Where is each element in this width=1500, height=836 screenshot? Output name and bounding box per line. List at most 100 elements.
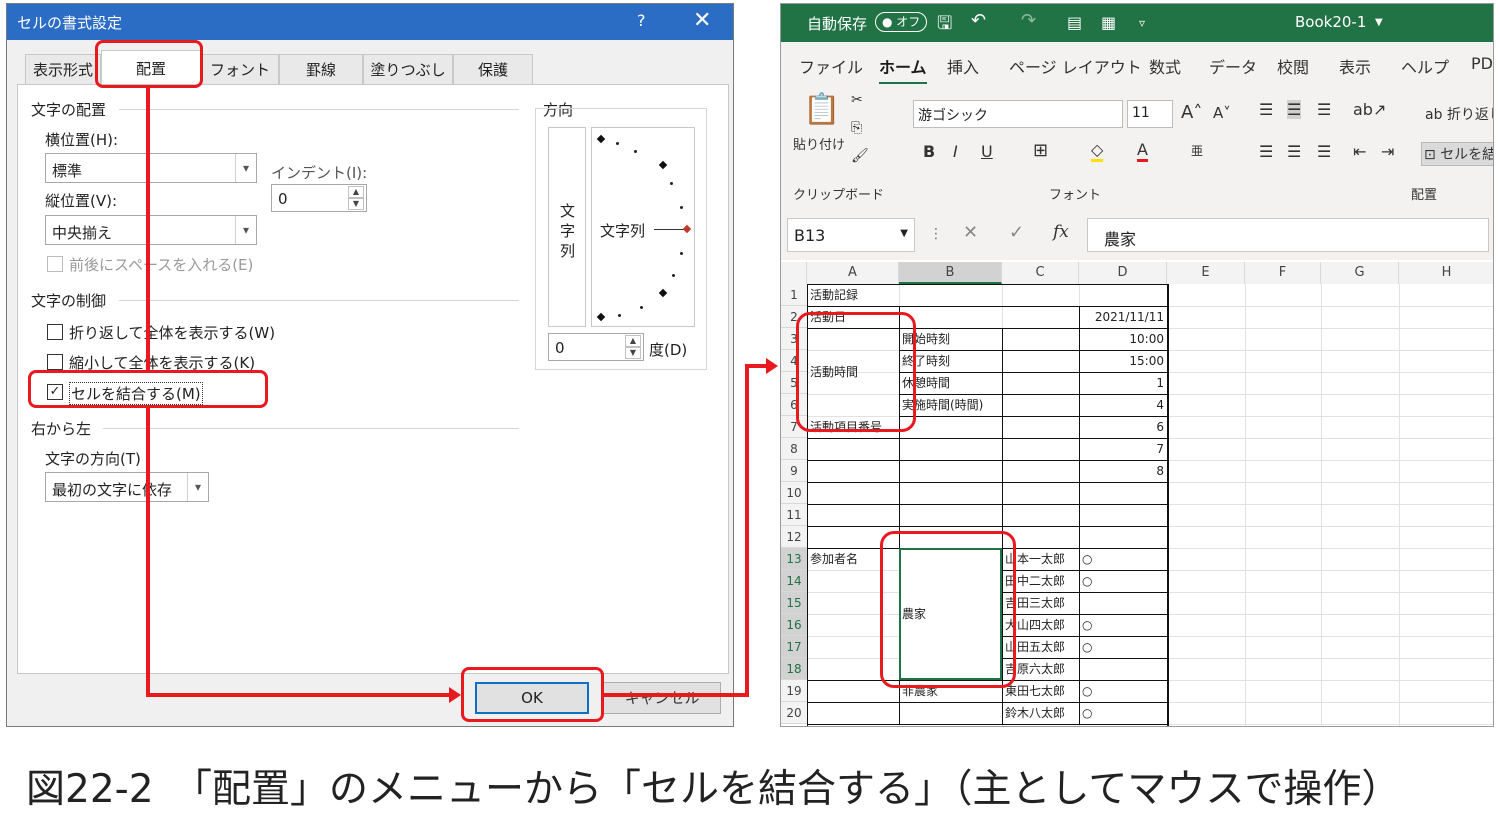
cell-D14[interactable]: ○ (1082, 570, 1164, 592)
indent-spinner[interactable]: 0 ▲ ▼ (271, 184, 367, 212)
vertical-text-button[interactable]: 文 字 列 (548, 127, 586, 327)
fill-color-icon[interactable]: ◇ (1091, 140, 1104, 162)
row-header-10[interactable]: 10 (781, 482, 807, 504)
increase-indent-icon[interactable]: ⇥ (1381, 142, 1394, 161)
align-top-icon[interactable]: ☰ (1259, 100, 1273, 119)
name-box[interactable]: B13 ▼ (787, 218, 915, 252)
autosave-toggle[interactable]: ● オフ (875, 12, 928, 32)
row-header-16[interactable]: 16 (781, 614, 807, 636)
row-header-12[interactable]: 12 (781, 526, 807, 548)
select-all-corner[interactable] (781, 262, 807, 284)
tab-data[interactable]: データ (1209, 54, 1257, 78)
text-direction-select[interactable]: 最初の文字に依存 ▾ (45, 472, 209, 502)
align-center-icon[interactable]: ☰ (1287, 142, 1301, 161)
row-header-1[interactable]: 1 (781, 284, 807, 306)
borders-icon[interactable]: ⊞ (1033, 140, 1048, 161)
enter-icon[interactable]: ✓ (1009, 222, 1024, 243)
cell-D16[interactable]: ○ (1082, 614, 1164, 636)
spin-down-icon[interactable]: ▼ (625, 347, 641, 359)
format-painter-icon[interactable]: 🖌 (851, 148, 869, 164)
column-header-c[interactable]: C (1002, 262, 1079, 284)
row-header-11[interactable]: 11 (781, 504, 807, 526)
cell-B6[interactable]: 実施時間(時間) (902, 394, 999, 416)
column-header-f[interactable]: F (1245, 262, 1321, 284)
vertical-select[interactable]: 中央揃え ▾ (45, 215, 257, 245)
justify-distributed-checkbox[interactable] (47, 256, 63, 272)
column-header-b[interactable]: B (899, 262, 1002, 284)
help-button[interactable]: ? (637, 11, 646, 30)
row-header-14[interactable]: 14 (781, 570, 807, 592)
customize-qat-icon[interactable]: ▿ (1139, 16, 1145, 30)
align-middle-icon[interactable]: ☰ (1287, 100, 1302, 119)
cell-D20[interactable]: ○ (1082, 702, 1164, 724)
horizontal-select[interactable]: 標準 ▾ (45, 153, 257, 183)
column-header-g[interactable]: G (1321, 262, 1399, 284)
degree-spinner[interactable]: 0 ▲ ▼ (548, 333, 644, 361)
spin-down-icon[interactable]: ▼ (348, 198, 364, 210)
save-icon[interactable]: 🖫 (937, 11, 952, 41)
copy-icon[interactable]: ⎘ (851, 120, 862, 136)
cell-A1[interactable]: 活動記録 (810, 284, 896, 306)
tab-border[interactable]: 罫線 (279, 54, 363, 84)
row-header-8[interactable]: 8 (781, 438, 807, 460)
formula-input[interactable]: 農家 (1087, 218, 1489, 252)
cell-D17[interactable]: ○ (1082, 636, 1164, 658)
form-icon[interactable]: ▤ (1067, 13, 1082, 32)
cell-D19[interactable]: ○ (1082, 680, 1164, 702)
tab-font[interactable]: フォント (201, 54, 279, 84)
row-header-13[interactable]: 13 (781, 548, 807, 570)
phonetic-icon[interactable]: 亜 (1191, 142, 1203, 159)
wrap-text-checkbox[interactable] (47, 324, 63, 340)
tab-file[interactable]: ファイル (799, 54, 863, 78)
tab-home[interactable]: ホーム (879, 54, 927, 85)
cell-D7[interactable]: 6 (1082, 416, 1164, 438)
merge-center-button[interactable]: ⊡ セルを結 (1421, 142, 1493, 166)
cell-B5[interactable]: 休憩時間 (902, 372, 999, 394)
orientation-dial[interactable]: 文字列 (591, 127, 695, 327)
layout-icon[interactable]: ▦ (1101, 13, 1116, 32)
column-header-h[interactable]: H (1399, 262, 1493, 284)
row-header-9[interactable]: 9 (781, 460, 807, 482)
decrease-font-icon[interactable]: A˅ (1213, 104, 1231, 122)
tab-insert[interactable]: 挿入 (947, 54, 979, 78)
spin-up-icon[interactable]: ▲ (625, 335, 641, 347)
cut-icon[interactable]: ✂ (851, 92, 863, 108)
cancel-button[interactable]: キャンセル (603, 682, 721, 714)
align-bottom-icon[interactable]: ☰ (1317, 100, 1331, 119)
column-header-d[interactable]: D (1079, 262, 1167, 284)
cell-C19[interactable]: 東田七太郎 (1005, 680, 1076, 702)
fx-icon[interactable]: fx (1053, 222, 1069, 242)
align-left-icon[interactable]: ☰ (1259, 142, 1273, 161)
italic-button[interactable]: I (953, 142, 958, 161)
cell-B4[interactable]: 終了時刻 (902, 350, 999, 372)
cell-D4[interactable]: 15:00 (1082, 350, 1164, 372)
chevron-down-icon[interactable]: ▼ (1375, 17, 1383, 28)
cell-D6[interactable]: 4 (1082, 394, 1164, 416)
cell-D3[interactable]: 10:00 (1082, 328, 1164, 350)
redo-icon[interactable]: ↷ (1021, 10, 1036, 31)
tab-number[interactable]: 表示形式 (25, 54, 101, 84)
cell-D9[interactable]: 8 (1082, 460, 1164, 482)
row-header-19[interactable]: 19 (781, 680, 807, 702)
paste-label[interactable]: 貼り付け (793, 134, 845, 153)
undo-icon[interactable]: ↶ (971, 10, 986, 31)
underline-button[interactable]: U (981, 142, 993, 161)
orientation-icon[interactable]: ab↗ (1353, 100, 1386, 119)
cell-C20[interactable]: 鈴木八太郎 (1005, 702, 1076, 724)
row-header-18[interactable]: 18 (781, 658, 807, 680)
tab-help[interactable]: ヘルプ (1401, 54, 1449, 78)
column-header-a[interactable]: A (807, 262, 899, 284)
paste-icon[interactable]: 📋 (803, 92, 840, 127)
cell-D13[interactable]: ○ (1082, 548, 1164, 570)
shrink-to-fit-checkbox[interactable] (47, 354, 63, 370)
spin-up-icon[interactable]: ▲ (348, 186, 364, 198)
tab-view[interactable]: 表示 (1339, 54, 1371, 78)
font-color-icon[interactable]: A (1137, 140, 1148, 162)
row-header-20[interactable]: 20 (781, 702, 807, 724)
tab-page-layout[interactable]: ページ レイアウト (1009, 54, 1142, 78)
cell-D5[interactable]: 1 (1082, 372, 1164, 394)
decrease-indent-icon[interactable]: ⇤ (1353, 142, 1366, 161)
cancel-icon[interactable]: ✕ (963, 222, 978, 243)
column-header-e[interactable]: E (1167, 262, 1245, 284)
close-button[interactable]: ✕ (693, 8, 711, 33)
